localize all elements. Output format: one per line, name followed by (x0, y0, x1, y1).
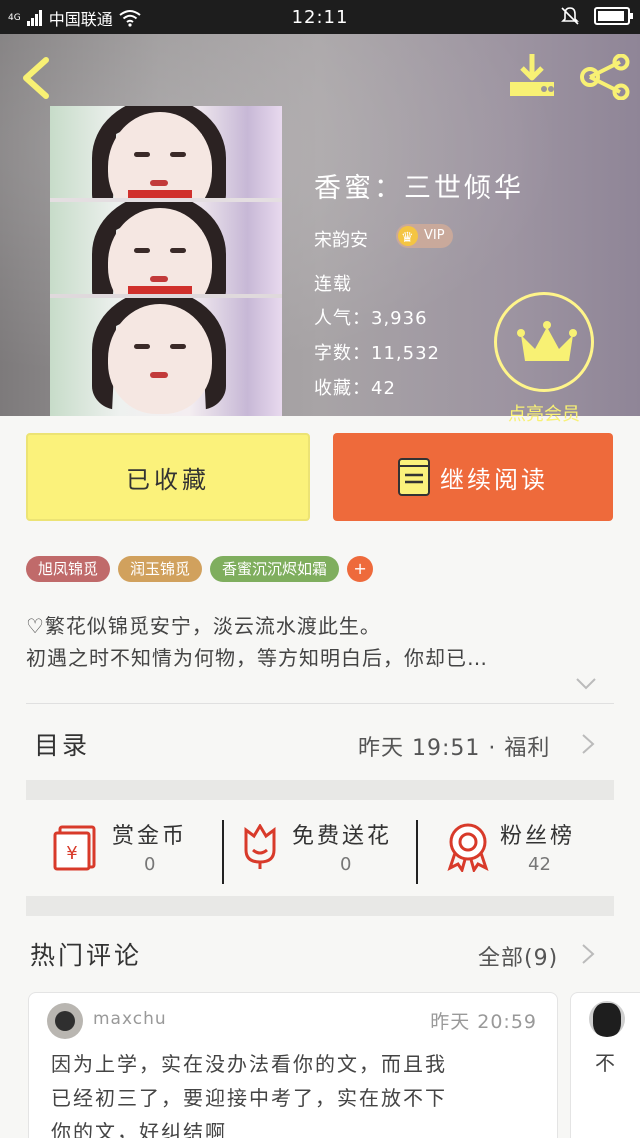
vip-badge: VIP (396, 224, 453, 250)
stats-row: ¥ 赏金币 0 免费送花 0 粉丝榜 42 (26, 812, 614, 900)
comment-card[interactable]: maxchu 昨天 20:59 因为上学，实在没办法看你的文，而且我 已经初三了… (28, 992, 558, 1138)
comment-text: 因为上学，实在没办法看你的文，而且我 已经初三了，要迎接中考了，实在放不下 你的… (51, 1047, 541, 1138)
member-label[interactable]: 点亮会员 (494, 400, 594, 426)
comment-time: 昨天 20:59 (430, 1011, 537, 1033)
divider (26, 703, 614, 704)
battery-icon (594, 7, 633, 25)
vip-label: VIP (424, 228, 445, 243)
tag-item[interactable]: 香蜜沉沉烬如霜 (210, 556, 340, 582)
add-tag-button[interactable]: + (347, 556, 374, 582)
svg-text:¥: ¥ (66, 843, 77, 864)
send-flower-button[interactable]: 免费送花 0 (226, 812, 418, 900)
crown-icon (398, 226, 418, 250)
medal-icon (447, 823, 489, 872)
popularity: 人气：3,936 (314, 308, 428, 329)
mute-bell-icon (561, 7, 579, 25)
book-icon (398, 458, 430, 496)
catalog-title[interactable]: 目录 (34, 726, 90, 762)
comment-line: 已经初三了，要迎接中考了，实在放不下 (51, 1086, 447, 1110)
summary-line: ♡繁花似锦觅安宁，淡云流水渡此生。 (26, 614, 381, 638)
serial-status: 连载 (314, 274, 352, 295)
stat-value: 0 (144, 854, 156, 875)
back-arrow-icon[interactable] (16, 56, 56, 100)
author-name[interactable]: 宋韵安 (314, 226, 368, 252)
comment-line: 因为上学，实在没办法看你的文，而且我 (51, 1052, 447, 1076)
stat-label: 粉丝榜 (500, 824, 576, 849)
fan-ranking-button[interactable]: 粉丝榜 42 (420, 812, 614, 900)
all-comments-link[interactable]: 全部(9) (478, 940, 558, 972)
avatar[interactable] (47, 1003, 83, 1039)
collected-button[interactable]: 已收藏 (26, 433, 310, 521)
red-envelope-icon: ¥ (53, 825, 96, 871)
clock: 12:11 (291, 7, 349, 28)
avatar[interactable] (589, 1001, 625, 1037)
section-gap (26, 780, 614, 800)
chevron-right-icon[interactable] (581, 733, 595, 755)
summary-line: 初遇之时不知情为何物，等方知明白后，你却已… (26, 646, 488, 670)
book-header: 香蜜：三世倾华 宋韵安 VIP 连载 人气：3,936 字数：11,532 收藏… (0, 34, 640, 425)
tag-list: 旭凤锦觅 润玉锦觅 香蜜沉沉烬如霜 + (26, 556, 374, 582)
stat-value: 42 (528, 854, 551, 875)
continue-reading-label: 继续阅读 (440, 465, 548, 494)
member-button[interactable] (494, 292, 594, 392)
comment-username[interactable]: maxchu (93, 1009, 167, 1029)
book-summary[interactable]: ♡繁花似锦觅安宁，淡云流水渡此生。 初遇之时不知情为何物，等方知明白后，你却已… (26, 610, 616, 674)
stat-label: 赏金币 (112, 824, 188, 849)
reward-coins-button[interactable]: ¥ 赏金币 0 (26, 812, 226, 900)
comment-text: 不 (595, 1051, 615, 1075)
download-icon[interactable] (506, 52, 558, 100)
crown-icon (517, 321, 577, 361)
share-icon[interactable] (578, 54, 632, 100)
word-count: 字数：11,532 (314, 343, 440, 364)
favorites-count: 收藏：42 (314, 378, 396, 399)
hot-comments-title: 热门评论 (30, 941, 143, 970)
separator (416, 820, 418, 884)
stat-value: 0 (340, 854, 352, 875)
chevron-right-icon[interactable] (581, 943, 595, 965)
section-gap (26, 896, 614, 916)
chevron-down-icon[interactable] (575, 676, 597, 692)
flower-icon (244, 824, 276, 869)
tag-item[interactable]: 旭凤锦觅 (26, 556, 111, 582)
continue-reading-button[interactable]: 继续阅读 (333, 433, 613, 521)
separator (222, 820, 224, 884)
status-bar: 4G 中国联通 12:11 (0, 0, 640, 34)
comment-line: 你的文，好纠结啊 (51, 1120, 227, 1138)
book-title: 香蜜：三世倾华 (314, 173, 524, 204)
catalog-latest[interactable]: 昨天 19:51 · 福利 (358, 730, 550, 762)
stat-label: 免费送花 (292, 824, 393, 849)
tag-item[interactable]: 润玉锦觅 (118, 556, 203, 582)
book-cover[interactable] (50, 106, 282, 416)
comment-card[interactable]: 不 (570, 992, 640, 1138)
